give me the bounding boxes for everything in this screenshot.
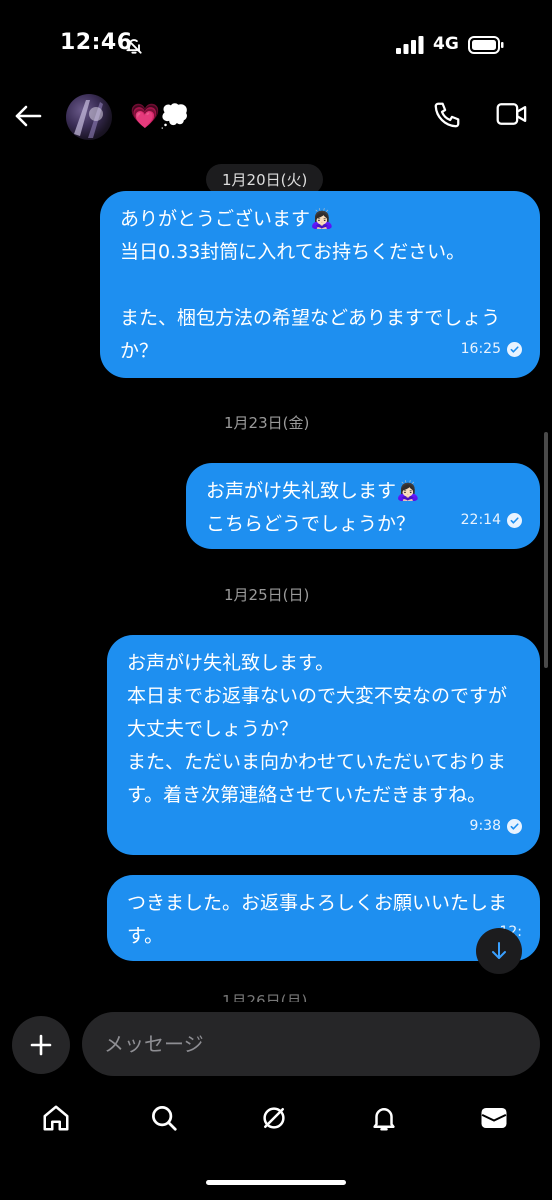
messages-tab[interactable] (478, 1102, 510, 1134)
add-button[interactable] (12, 1016, 70, 1074)
date-separator: 1月25日(日) (224, 586, 310, 604)
notifications-tab[interactable] (368, 1102, 400, 1134)
message-bubble[interactable]: つきました。お返事よろしくお願いいたします。 12: (107, 875, 540, 961)
date-separator-partial: 1月26日(月) (222, 992, 308, 1002)
scrollbar[interactable] (544, 432, 548, 668)
battery-icon (468, 36, 504, 58)
status-time: 12:46 (60, 30, 133, 55)
envelope-icon (481, 1108, 507, 1128)
message-time: 22:14 (460, 512, 501, 528)
message-text: お声がけ失礼致します。 本日までお返事ないので大変不安なのですが大丈夫でしょうか… (127, 652, 508, 806)
contact-name[interactable]: 💗💭 (130, 102, 190, 130)
video-call-button[interactable] (496, 100, 530, 132)
compass-icon (263, 1107, 285, 1129)
message-bubble[interactable]: お声がけ失礼致します。 本日までお返事ないので大変不安なのですが大丈夫でしょうか… (107, 635, 540, 855)
message-input[interactable] (82, 1012, 540, 1076)
arrow-down-icon (492, 942, 506, 959)
home-indicator (206, 1180, 346, 1185)
read-check-icon (507, 342, 522, 357)
video-camera-icon (496, 103, 527, 125)
avatar[interactable] (66, 94, 112, 140)
message-time: 16:25 (460, 341, 501, 357)
message-meta: 22:14 (461, 504, 522, 537)
signal-icon (396, 36, 426, 58)
phone-icon (434, 102, 460, 128)
call-button[interactable] (432, 100, 464, 132)
search-tab[interactable] (148, 1102, 180, 1134)
message-meta: 16:25 (461, 333, 522, 366)
bell-icon (373, 1108, 395, 1131)
arrow-left-icon (15, 105, 42, 127)
home-icon (43, 1105, 69, 1131)
read-check-icon (507, 819, 522, 834)
home-tab[interactable] (40, 1102, 72, 1134)
plus-icon (30, 1034, 52, 1056)
message-bubble[interactable]: お声がけ失礼致します🙇🏻‍♀️ こちらどうでしょうか？ 22:14 (186, 463, 540, 549)
explore-tab[interactable] (258, 1102, 290, 1134)
message-meta: 9:38 (470, 810, 522, 843)
message-time: 9:38 (469, 818, 501, 834)
read-check-icon (507, 513, 522, 528)
search-icon (152, 1106, 177, 1131)
network-type: 4G (433, 34, 459, 54)
message-bubble[interactable]: ありがとうございます🙇🏻‍♀️ 当日0.33封筒に入れてお持ちください。 また、… (100, 191, 540, 378)
back-button[interactable] (12, 100, 44, 132)
scroll-to-bottom-button[interactable] (476, 928, 522, 974)
bell-off-icon (124, 36, 144, 60)
date-separator: 1月23日(金) (224, 414, 310, 432)
message-text: つきました。お返事よろしくお願いいたします。 (127, 892, 508, 947)
